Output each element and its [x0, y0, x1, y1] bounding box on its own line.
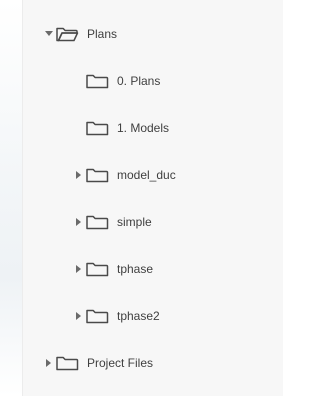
tree-item-0-plans[interactable]: 0. Plans [23, 58, 283, 104]
caret-right-icon[interactable] [73, 263, 85, 275]
tree-item-project-files[interactable]: Project Files [23, 340, 283, 386]
caret-right-icon[interactable] [73, 216, 85, 228]
tree-item-label: Project Files [87, 356, 154, 370]
folder-icon [85, 72, 109, 90]
caret-down-icon[interactable] [43, 28, 55, 40]
tree-item-label: Plans [87, 27, 118, 41]
folder-icon [85, 119, 109, 137]
folder-tree-panel: Plans 0. Plans 1. Models model_duc simpl… [22, 0, 283, 396]
caret-right-icon[interactable] [73, 169, 85, 181]
file-tree-screen: Plans 0. Plans 1. Models model_duc simpl… [0, 0, 283, 396]
tree-item-tphase[interactable]: tphase [23, 246, 283, 292]
tree-item-label: 1. Models [117, 121, 170, 135]
caret-right-icon[interactable] [43, 357, 55, 369]
tree-item-tphase2[interactable]: tphase2 [23, 293, 283, 339]
folder-icon [55, 354, 79, 372]
folder-open-icon [55, 25, 79, 43]
tree-item-label: 0. Plans [117, 74, 161, 88]
caret-spacer [73, 122, 85, 134]
tree-item-label: model_duc [117, 168, 176, 182]
left-gutter [0, 0, 22, 396]
tree-item-simple[interactable]: simple [23, 199, 283, 245]
folder-icon [85, 307, 109, 325]
tree-item-label: tphase2 [117, 309, 160, 323]
tree-item-model-duc[interactable]: model_duc [23, 152, 283, 198]
caret-right-icon[interactable] [73, 310, 85, 322]
tree-item-plans[interactable]: Plans [23, 11, 283, 57]
folder-icon [85, 260, 109, 278]
folder-icon [85, 166, 109, 184]
folder-icon [85, 213, 109, 231]
caret-spacer [73, 75, 85, 87]
tree-item-label: simple [117, 215, 152, 229]
tree-item-label: tphase [117, 262, 154, 276]
tree-item-1-models[interactable]: 1. Models [23, 105, 283, 151]
